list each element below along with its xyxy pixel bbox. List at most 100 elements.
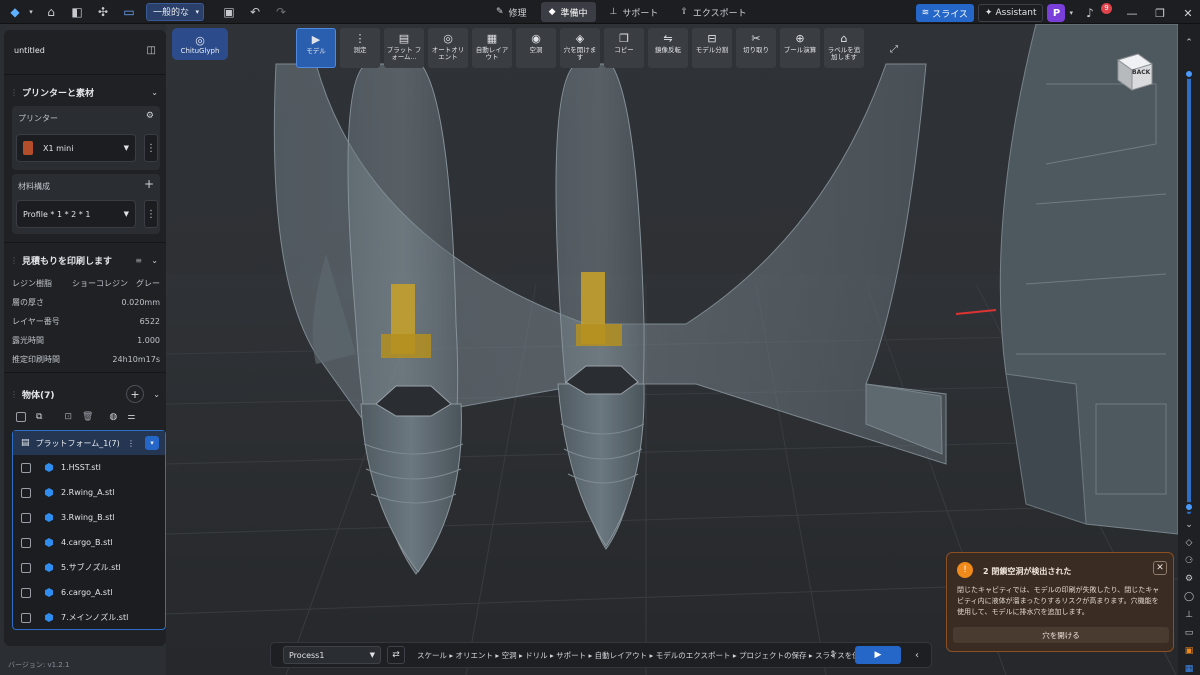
chevron-down-icon[interactable]: ⌄ <box>153 390 160 399</box>
layers-view-icon[interactable]: ▦ <box>1182 662 1196 675</box>
tab-repair[interactable]: ✎ 修理 <box>488 2 535 22</box>
delete-icon[interactable]: 🗑 <box>82 412 93 422</box>
tool-button[interactable]: ⊕ ブール演算 <box>780 28 820 68</box>
chituglyph-badge[interactable]: ◎ ChituGlyph <box>172 28 228 60</box>
object-checkbox[interactable] <box>21 537 31 548</box>
object-list-item[interactable]: 3.Rwing_B.stl <box>13 505 165 530</box>
object-list-item[interactable]: 1.HSST.stl <box>13 455 165 480</box>
layer-slider-bottom-knob[interactable] <box>1184 502 1194 512</box>
sidebar-toggle-icon[interactable]: ◫ <box>147 45 156 56</box>
layer-slider-top-knob[interactable] <box>1184 69 1194 79</box>
layer-slider-track[interactable] <box>1187 74 1191 514</box>
display-icon[interactable]: ▭ <box>118 1 140 23</box>
drag-handle-icon[interactable]: ⋮ <box>10 88 18 97</box>
tab-support[interactable]: ⊥ サポート <box>602 2 667 22</box>
object-list-item[interactable]: 2.Rwing_A.stl <box>13 480 165 505</box>
tool-button[interactable]: ⊟ モデル分割 <box>692 28 732 68</box>
tool-button[interactable]: ⌂ ラベルを追 加します <box>824 28 864 68</box>
view-cube-face-label[interactable]: BACK <box>1132 69 1150 76</box>
tool-button[interactable]: ⇋ 鏡像反転 <box>648 28 688 68</box>
app-menu-chevron-icon[interactable]: ▾ <box>26 1 36 23</box>
circle-view-icon[interactable]: ◯ <box>1182 590 1196 604</box>
expand-toolbar-icon[interactable]: ⤢ <box>890 44 898 55</box>
tab-export[interactable]: ⇪ エクスポート <box>672 2 754 22</box>
add-material-icon[interactable]: + <box>144 177 154 191</box>
tool-button[interactable]: ▤ プラット フォーム... <box>384 28 424 68</box>
tool-button[interactable]: ◉ 空洞 <box>516 28 556 68</box>
estimate-row: レジン樹脂 ショーコレジン グレー <box>4 276 166 290</box>
material-profile-select[interactable]: Profile * 1 * 2 * 1 ▼ <box>16 200 136 228</box>
chevron-down-icon[interactable]: ▾ <box>1069 9 1073 17</box>
material-more-button[interactable]: ⋮ <box>144 200 158 228</box>
object-list-item[interactable]: 4.cargo_B.stl <box>13 530 165 555</box>
save-icon[interactable]: ▣ <box>218 1 240 23</box>
estimate-settings-icon[interactable]: ≡ <box>135 256 142 265</box>
printer-select[interactable]: X1 mini ▼ <box>16 134 136 162</box>
object-checkbox[interactable] <box>21 612 31 623</box>
tool-button[interactable]: ⋮ 測定 <box>340 28 380 68</box>
printer-more-button[interactable]: ⋮ <box>144 134 158 162</box>
support-view-icon[interactable]: ⊥ <box>1182 608 1196 622</box>
tool-button[interactable]: ▦ 自動レイア ウト <box>472 28 512 68</box>
project-name[interactable]: untitled <box>14 46 45 55</box>
run-workflow-button[interactable]: ▶ <box>855 646 901 664</box>
notification-bell-icon[interactable]: ♪ <box>1079 2 1101 24</box>
process-settings-icon[interactable]: ⇄ <box>387 646 405 664</box>
collapse-down-icon[interactable]: ⌄ <box>1182 518 1196 532</box>
group-icon[interactable]: ⧉ <box>36 412 42 422</box>
close-window-button[interactable]: ✕ <box>1176 3 1200 23</box>
object-checkbox[interactable] <box>21 487 31 498</box>
platform-more-icon[interactable]: ⋮ <box>127 439 135 448</box>
chevron-down-icon[interactable]: ⌄ <box>151 256 158 265</box>
tool-button[interactable]: ▶ モデル <box>296 28 336 68</box>
close-icon[interactable]: ✕ <box>1153 561 1167 575</box>
drill-hole-button[interactable]: 穴を開ける <box>953 627 1169 643</box>
drag-handle-icon[interactable]: ⋮ <box>10 390 18 399</box>
tool-button[interactable]: ✂ 切り取り <box>736 28 776 68</box>
plugin-button[interactable]: P <box>1047 4 1066 22</box>
platform-row[interactable]: ▤ プラットフォーム_1(7) ⋮ ▾ <box>13 431 165 455</box>
undo-icon[interactable]: ↶ <box>244 1 266 23</box>
printer-settings-icon[interactable]: ⚙ <box>146 111 154 121</box>
arrange-icon[interactable]: ⊡ <box>64 412 72 422</box>
object-checkbox[interactable] <box>21 462 31 473</box>
assistant-button[interactable]: ✦ Assistant <box>977 4 1044 22</box>
collapse-up-icon[interactable]: ⌃ <box>1182 36 1196 50</box>
redo-icon[interactable]: ↷ <box>270 1 292 23</box>
measure-view-icon[interactable]: ▭ <box>1182 626 1196 640</box>
network-icon[interactable]: ✣ <box>92 1 114 23</box>
collapse-left-icon[interactable]: ‹ <box>915 650 919 661</box>
add-object-button[interactable]: + <box>126 385 144 403</box>
tab-prepare[interactable]: ◆ 準備中 <box>540 2 596 22</box>
drag-handle-icon[interactable]: ⋮ <box>10 256 18 265</box>
home-icon[interactable]: ⌂ <box>40 1 62 23</box>
tool-button[interactable]: ◈ 穴を開けま す <box>560 28 600 68</box>
cube-view-icon[interactable]: ◇ <box>1182 536 1196 550</box>
material-color-icon[interactable]: ◍ <box>109 412 117 422</box>
model-library-icon[interactable]: ◧ <box>66 1 88 23</box>
object-checkbox[interactable] <box>21 587 31 598</box>
platform-collapse-button[interactable]: ▾ <box>145 436 159 450</box>
tool-button[interactable]: ❐ コピー <box>604 28 644 68</box>
minimize-button[interactable]: — <box>1120 3 1144 23</box>
chevron-down-icon[interactable]: ⌄ <box>151 88 158 97</box>
workflow-steps[interactable]: スケール ▸ オリエント ▸ 空洞 ▸ ドリル ▸ サポート ▸ 自動レイアウト… <box>417 650 867 661</box>
object-list-item[interactable]: 7.メインノズル.stl <box>13 605 165 630</box>
left-panel: untitled ◫ ⋮ プリンターと素材 ⌄ プリンター ⚙ X1 mini … <box>4 30 166 646</box>
object-list-item[interactable]: 6.cargo_A.stl <box>13 580 165 605</box>
profile-select[interactable]: 一般的な ▾ <box>146 2 204 21</box>
app-logo-icon[interactable]: ◆ <box>4 1 26 23</box>
camera-icon[interactable]: ⚆ <box>1182 554 1196 568</box>
object-list-item[interactable]: 5.サブノズル.stl <box>13 555 165 580</box>
object-checkbox[interactable] <box>21 562 31 573</box>
warning-view-icon[interactable]: ▣ <box>1182 644 1196 658</box>
select-all-checkbox[interactable] <box>16 412 26 422</box>
maximize-button[interactable]: ❐ <box>1148 3 1172 23</box>
slice-button[interactable]: ≋ スライス <box>915 4 974 22</box>
swap-icon[interactable]: ⇕ <box>829 650 837 660</box>
tool-button[interactable]: ◎ オートオリ エント <box>428 28 468 68</box>
object-checkbox[interactable] <box>21 512 31 523</box>
process-select[interactable]: Process1 ▼ <box>283 646 381 664</box>
filter-icon[interactable]: ⚌ <box>127 412 135 422</box>
settings-gear-icon[interactable]: ⚙ <box>1182 572 1196 586</box>
